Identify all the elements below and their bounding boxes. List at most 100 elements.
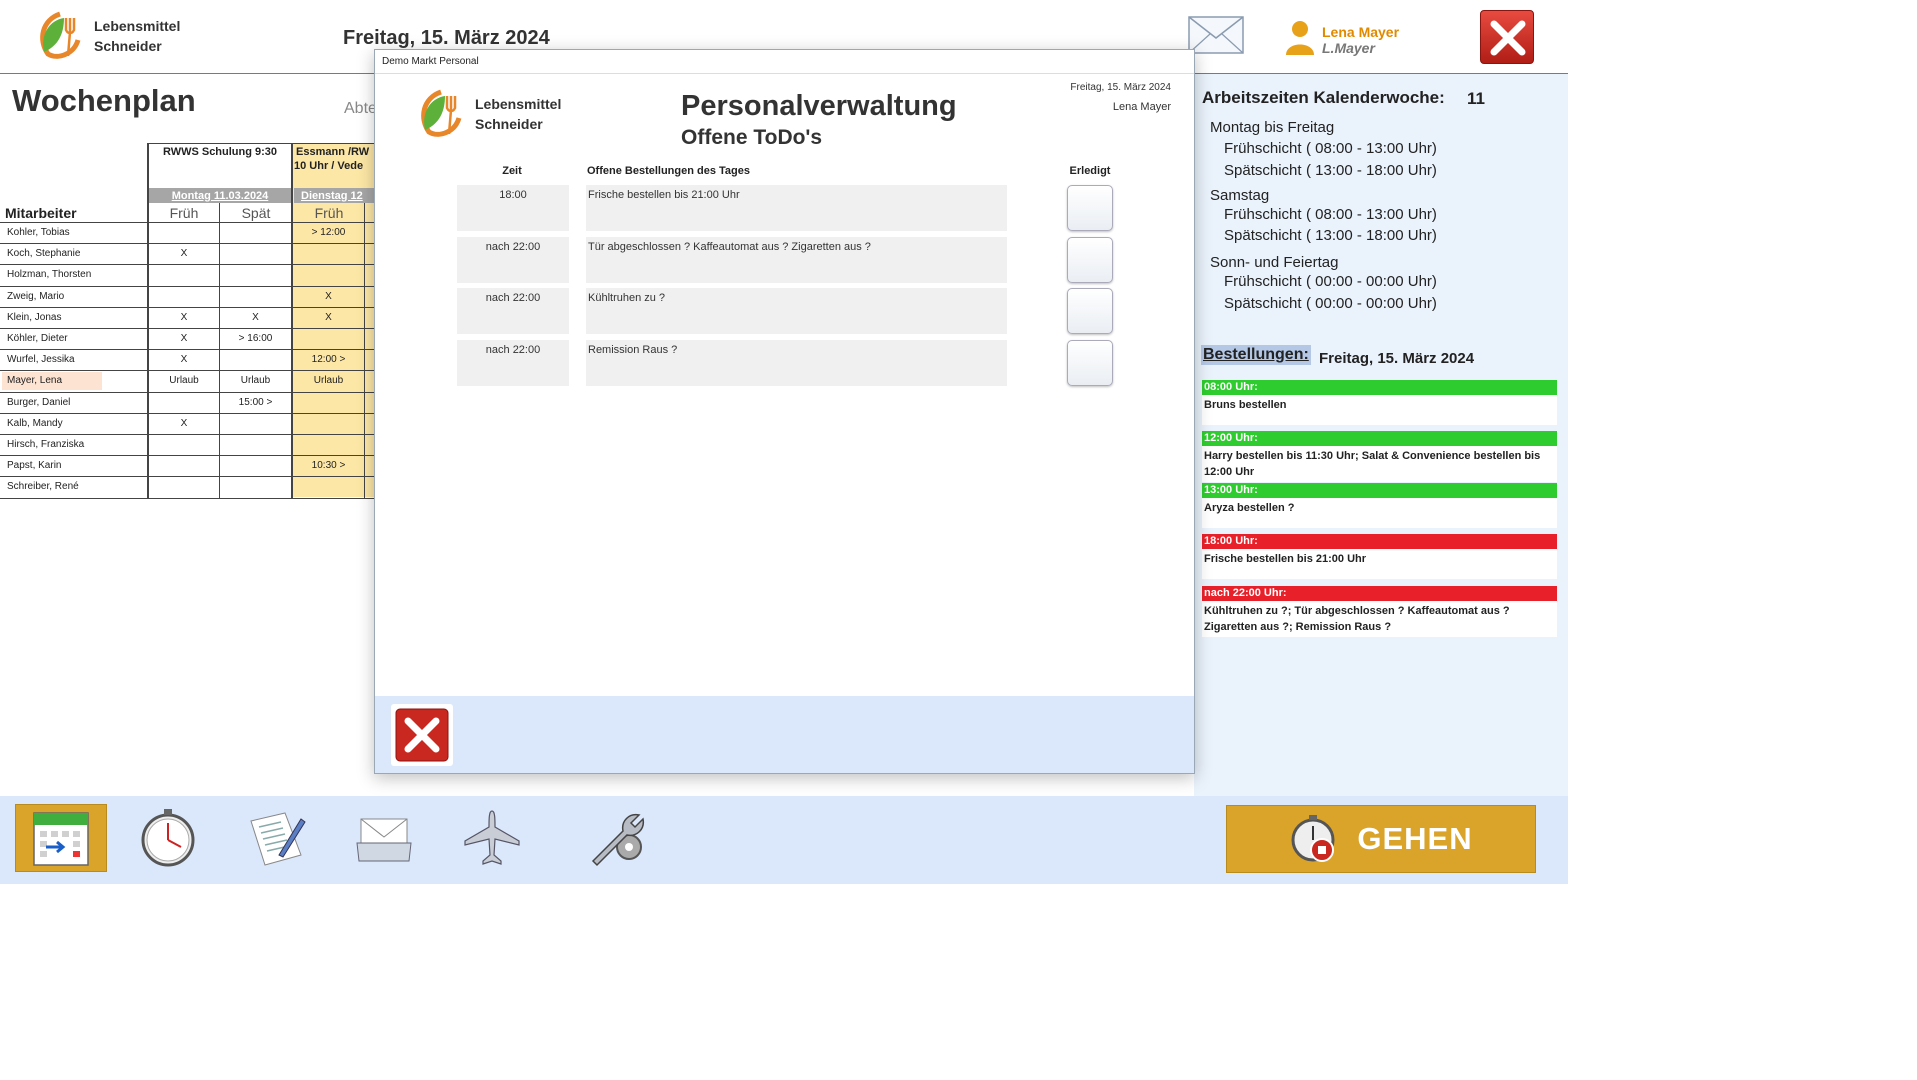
shift-cell-di-frueh[interactable] (293, 264, 364, 285)
shift-cell-mo-frueh[interactable] (149, 434, 219, 455)
employee-name[interactable]: Köhler, Dieter (0, 328, 146, 349)
dialog-footer (375, 696, 1194, 773)
shift-cell-mo-frueh[interactable] (149, 455, 219, 476)
employee-name[interactable]: Kalb, Mandy (0, 413, 146, 434)
shift-cell-mo-spaet[interactable]: Urlaub (220, 370, 291, 391)
shift-cell-mo-frueh[interactable] (149, 392, 219, 413)
mail-icon[interactable] (1188, 16, 1244, 54)
employee-name[interactable]: Papst, Karin (0, 455, 146, 476)
shift-time: ( 00:00 - 00:00 Uhr) (1306, 295, 1437, 312)
shift-time: ( 08:00 - 13:00 Uhr) (1306, 206, 1437, 223)
employee-name[interactable]: Holzman, Thorsten (0, 264, 146, 285)
employee-name[interactable]: Wurfel, Jessika (0, 349, 146, 370)
employee-name[interactable]: Zweig, Mario (0, 286, 146, 307)
shift-cell-mo-spaet[interactable] (220, 264, 291, 285)
gehen-button[interactable]: GEHEN (1226, 805, 1536, 873)
logo-line2: Schneider (475, 116, 543, 132)
document-edit-button[interactable] (230, 804, 322, 872)
shift-cell-mo-frueh[interactable] (149, 222, 219, 243)
shift-cell-mo-spaet[interactable] (220, 413, 291, 434)
wochenplan-calendar-button[interactable] (15, 804, 107, 872)
shift-time: ( 13:00 - 18:00 Uhr) (1306, 227, 1437, 244)
shift-cell-mo-spaet[interactable]: > 16:00 (220, 328, 291, 349)
wochenplan-title: Wochenplan (12, 83, 196, 118)
employee-name[interactable]: Hirsch, Franziska (0, 434, 146, 455)
shift-cell-di-frueh[interactable]: 10:30 > (293, 455, 364, 476)
shift-cell-mo-spaet[interactable]: 15:00 > (220, 392, 291, 413)
shift-cell-mo-spaet[interactable] (220, 286, 291, 307)
bestellung-text: Bruns bestellen (1202, 395, 1557, 425)
shift-cell-di-frueh[interactable]: 12:00 > (293, 349, 364, 370)
todo-time: nach 22:00 (457, 339, 569, 386)
employee-name[interactable]: Burger, Daniel (0, 392, 146, 413)
todo-time: nach 22:00 (457, 288, 569, 334)
shift-cell-di-frueh[interactable] (293, 243, 364, 264)
shift-label: Frühschicht (1224, 206, 1302, 223)
dialog-logo: Lebensmittel Schneider (415, 88, 561, 140)
employee-name[interactable]: Schreiber, René (0, 476, 146, 497)
employee-name[interactable]: Mayer, Lena (0, 370, 146, 391)
shift-cell-di-frueh[interactable]: > 12:00 (293, 222, 364, 243)
day-header-monday[interactable]: Montag 11.03.2024 (149, 188, 291, 203)
bestellung-time-bar: 18:00 Uhr: (1202, 534, 1557, 549)
employee-name[interactable]: Kohler, Tobias (0, 222, 146, 243)
employee-name[interactable]: Koch, Stephanie (0, 243, 146, 264)
group-label: Montag bis Freitag (1210, 119, 1335, 136)
shift-cell-mo-frueh[interactable]: X (149, 243, 219, 264)
shift-cell-mo-frueh[interactable] (149, 286, 219, 307)
todo-text: Frische bestellen bis 21:00 Uhr (586, 185, 1007, 231)
header-date: Freitag, 15. März 2024 (343, 27, 550, 49)
shift-cell-di-frueh[interactable] (293, 476, 364, 497)
shift-cell-di-frueh[interactable]: X (293, 307, 364, 328)
shift-cell-mo-frueh[interactable] (149, 264, 219, 285)
todo-dialog: Demo Markt Personal Lebensmittel Schneid… (374, 49, 1195, 774)
shift-cell-di-frueh[interactable] (293, 413, 364, 434)
shift-cell-mo-spaet[interactable] (220, 349, 291, 370)
close-app-button[interactable] (1480, 10, 1534, 64)
shift-cell-mo-spaet[interactable] (220, 455, 291, 476)
todo-done-button[interactable] (1067, 288, 1113, 334)
vacation-button[interactable] (446, 804, 538, 872)
dialog-title: Personalverwaltung (681, 90, 957, 122)
shift-cell-mo-spaet[interactable] (220, 434, 291, 455)
col-mo-frueh: Früh (169, 205, 199, 221)
bestellungen-label[interactable]: Bestellungen: (1201, 345, 1311, 365)
todo-done-button[interactable] (1067, 185, 1113, 231)
day-header-tuesday[interactable]: Dienstag 12 (294, 188, 374, 203)
employee-name[interactable]: Klein, Jonas (0, 307, 146, 328)
mail-inbox-button[interactable] (338, 804, 430, 872)
shift-cell-mo-spaet[interactable] (220, 222, 291, 243)
todo-done-button[interactable] (1067, 236, 1113, 283)
document-edit-icon (250, 812, 306, 866)
event-monday: RWWS Schulung 9:30 (162, 146, 278, 158)
todo-text: Tür abgeschlossen ? Kaffeautomat aus ? Z… (586, 236, 1007, 283)
gehen-label: GEHEN (1357, 821, 1473, 856)
shift-cell-mo-frueh[interactable]: X (149, 307, 219, 328)
dialog-close-button[interactable] (391, 704, 453, 766)
shift-cell-mo-frueh[interactable]: X (149, 328, 219, 349)
grid-line (291, 143, 293, 499)
col-mitarbeiter: Mitarbeiter (5, 205, 77, 221)
shift-cell-mo-spaet[interactable] (220, 243, 291, 264)
col-zeit: Zeit (502, 165, 522, 177)
shift-cell-di-frueh[interactable]: X (293, 286, 364, 307)
dialog-date: Freitag, 15. März 2024 (1070, 82, 1171, 93)
shift-cell-di-frueh[interactable] (293, 328, 364, 349)
shift-cell-di-frueh[interactable] (293, 392, 364, 413)
col-di-frueh: Früh (314, 205, 344, 221)
shift-cell-di-frueh[interactable]: Urlaub (293, 370, 364, 391)
stopwatch-button[interactable] (122, 804, 214, 872)
shift-cell-mo-spaet[interactable] (220, 476, 291, 497)
shift-cell-mo-frueh[interactable]: Urlaub (149, 370, 219, 391)
settings-button[interactable] (572, 804, 664, 872)
shift-time: ( 00:00 - 00:00 Uhr) (1306, 273, 1437, 290)
shift-cell-mo-frueh[interactable]: X (149, 349, 219, 370)
todo-done-button[interactable] (1067, 339, 1113, 386)
group-label: Samstag (1210, 187, 1270, 204)
logo-line2: Schneider (94, 38, 162, 54)
shift-cell-di-frueh[interactable] (293, 434, 364, 455)
shift-cell-mo-frueh[interactable]: X (149, 413, 219, 434)
shift-cell-mo-spaet[interactable]: X (220, 307, 291, 328)
row-divider (0, 497, 375, 499)
shift-cell-mo-frueh[interactable] (149, 476, 219, 497)
